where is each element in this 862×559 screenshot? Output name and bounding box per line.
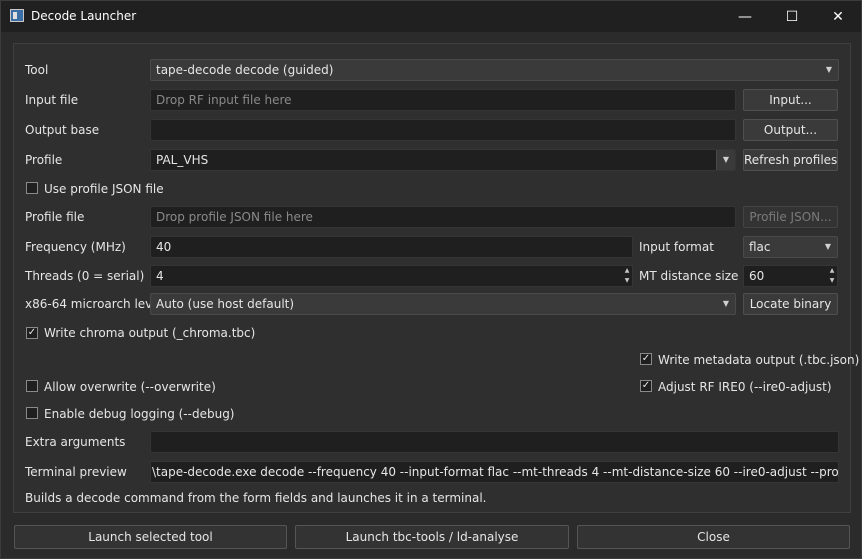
profile-value: PAL_VHS <box>156 153 209 167</box>
minimize-icon: — <box>738 8 752 25</box>
microarch-value: Auto (use host default) <box>156 297 295 311</box>
input-format-label: Input format <box>639 240 714 254</box>
threads-value: 4 <box>156 269 164 283</box>
frequency-label: Frequency (MHz) <box>25 240 126 254</box>
chevron-down-icon: ▼ <box>825 65 833 74</box>
close-icon: ✕ <box>832 8 844 25</box>
maximize-button[interactable]: ☐ <box>769 1 815 32</box>
stepper-down-icon[interactable]: ▼ <box>827 276 837 286</box>
close-button[interactable]: Close <box>577 525 850 549</box>
stepper-up-icon[interactable]: ▲ <box>827 266 837 276</box>
frequency-field[interactable]: 40 <box>150 236 633 258</box>
mt-distance-stepper[interactable]: ▲ ▼ <box>827 266 837 286</box>
threads-stepper[interactable]: ▲ ▼ <box>622 266 632 286</box>
check-icon: ✓ <box>641 353 651 364</box>
refresh-profiles-button[interactable]: Refresh profiles <box>743 149 838 171</box>
launch-selected-button[interactable]: Launch selected tool <box>14 525 287 549</box>
input-format-select[interactable]: flac ▼ <box>743 236 838 258</box>
mt-distance-value: 60 <box>749 269 765 283</box>
mt-distance-label: MT distance size <box>639 269 739 283</box>
write-metadata-checkbox[interactable]: ✓ <box>640 353 652 365</box>
threads-label: Threads (0 = serial) <box>25 269 145 283</box>
profile-combo[interactable]: PAL_VHS ▼ <box>150 149 736 171</box>
stepper-up-icon[interactable]: ▲ <box>622 266 632 276</box>
extra-args-label: Extra arguments <box>25 435 126 449</box>
minimize-button[interactable]: — <box>722 1 768 32</box>
chevron-down-icon: ▼ <box>824 242 832 251</box>
output-base-field[interactable] <box>150 119 736 141</box>
profile-label: Profile <box>25 153 63 167</box>
app-icon <box>10 9 24 22</box>
chevron-down-icon: ▼ <box>722 299 730 308</box>
profile-file-label: Profile file <box>25 210 85 224</box>
close-window-button[interactable]: ✕ <box>815 1 861 32</box>
allow-overwrite-checkbox[interactable] <box>26 380 38 392</box>
maximize-icon: ☐ <box>785 8 799 25</box>
use-profile-json-label: Use profile JSON file <box>44 182 164 196</box>
stepper-down-icon[interactable]: ▼ <box>622 276 632 286</box>
debug-logging-label: Enable debug logging (--debug) <box>44 407 235 421</box>
profile-file-field[interactable]: Drop profile JSON file here <box>150 206 736 228</box>
write-chroma-label: Write chroma output (_chroma.tbc) <box>44 326 256 340</box>
microarch-select[interactable]: Auto (use host default) ▼ <box>150 293 736 315</box>
check-icon: ✓ <box>641 380 651 391</box>
input-browse-button[interactable]: Input... <box>743 89 838 111</box>
threads-spinbox[interactable]: 4 ▲ ▼ <box>150 265 633 287</box>
window-title: Decode Launcher <box>31 9 137 23</box>
decode-launcher-window: Decode Launcher — ☐ ✕ Tool tape-decode d… <box>0 0 862 559</box>
adjust-rf-checkbox[interactable]: ✓ <box>640 380 652 392</box>
input-file-label: Input file <box>25 93 79 107</box>
output-browse-button[interactable]: Output... <box>743 119 838 141</box>
chevron-down-icon[interactable]: ▼ <box>716 150 735 170</box>
write-metadata-label: Write metadata output (.tbc.json) <box>658 353 860 367</box>
terminal-preview-label: Terminal preview <box>25 465 127 479</box>
adjust-rf-label: Adjust RF IRE0 (--ire0-adjust) <box>658 380 832 394</box>
use-profile-json-checkbox[interactable] <box>26 182 38 194</box>
help-text: Builds a decode command from the form fi… <box>25 491 487 505</box>
input-format-value: flac <box>749 240 771 254</box>
mt-distance-spinbox[interactable]: 60 ▲ ▼ <box>743 265 838 287</box>
profile-json-button[interactable]: Profile JSON... <box>743 206 838 228</box>
check-icon: ✓ <box>27 327 37 338</box>
tool-label: Tool <box>25 63 49 77</box>
terminal-preview-field[interactable]: \tape-decode.exe decode --frequency 40 -… <box>150 461 839 483</box>
launch-tbc-tools-button[interactable]: Launch tbc-tools / ld-analyse <box>295 525 569 549</box>
title-bar[interactable]: Decode Launcher — ☐ ✕ <box>1 1 861 32</box>
locate-binary-button[interactable]: Locate binary <box>743 293 838 315</box>
write-chroma-checkbox[interactable]: ✓ <box>26 327 38 339</box>
allow-overwrite-label: Allow overwrite (--overwrite) <box>44 380 216 394</box>
tool-select[interactable]: tape-decode decode (guided) ▼ <box>150 59 839 81</box>
output-base-label: Output base <box>25 123 100 137</box>
tool-value: tape-decode decode (guided) <box>156 63 334 77</box>
debug-logging-checkbox[interactable] <box>26 407 38 419</box>
extra-args-field[interactable] <box>150 431 839 453</box>
microarch-label: x86-64 microarch level <box>25 297 163 311</box>
input-file-field[interactable]: Drop RF input file here <box>150 89 736 111</box>
